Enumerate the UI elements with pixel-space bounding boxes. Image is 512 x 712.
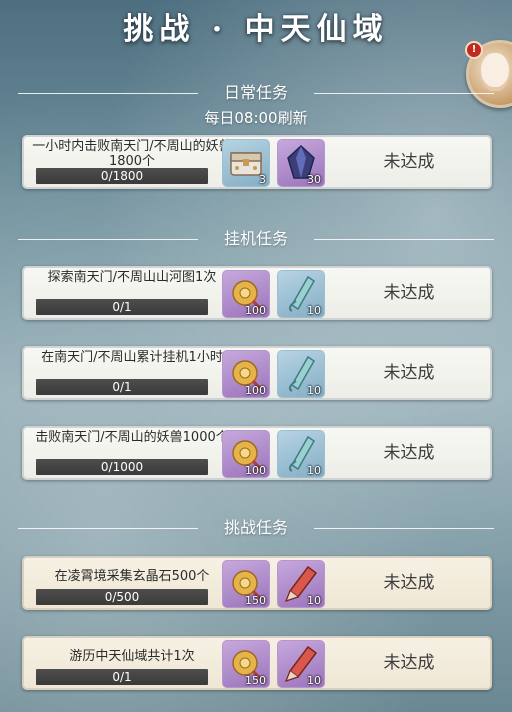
task-status: 未达成 <box>383 363 435 383</box>
progress-bar: 0/1 <box>36 299 208 315</box>
progress-bar: 0/1800 <box>36 168 208 184</box>
reward-slot[interactable]: 150 <box>222 640 270 688</box>
reward-quantity: 100 <box>245 304 266 317</box>
reward-slot[interactable]: 100 <box>222 430 270 478</box>
progress-text: 0/1000 <box>100 460 144 474</box>
reward-slot[interactable]: 10 <box>277 350 325 398</box>
reward-slot[interactable]: 10 <box>277 640 325 688</box>
section-header-idle: 挂机任务 <box>0 228 512 250</box>
divider <box>314 239 494 240</box>
task-description: 击败南天门/不周山的妖兽1000个 <box>35 430 229 445</box>
progress-text: 0/1 <box>112 380 132 394</box>
task-status: 未达成 <box>383 443 435 463</box>
task-description: 在南天门/不周山累计挂机1小时 <box>41 350 223 365</box>
reward-quantity: 10 <box>307 674 321 687</box>
progress-bar: 0/1000 <box>36 459 208 475</box>
task-card: 一小时内击败南天门/不周山的妖兽1800个 0/1800 3 30 未达成 <box>22 135 492 189</box>
reward-quantity: 150 <box>245 594 266 607</box>
reward-quantity: 10 <box>307 594 321 607</box>
progress-bar: 0/1 <box>36 669 208 685</box>
progress-text: 0/1800 <box>100 169 144 183</box>
task-description: 在凌霄境采集玄晶石500个 <box>54 569 210 584</box>
reward-quantity: 10 <box>307 384 321 397</box>
reward-slot[interactable]: 100 <box>222 270 270 318</box>
progress-text: 0/1 <box>112 670 132 684</box>
reward-quantity: 150 <box>245 674 266 687</box>
reward-quantity: 100 <box>245 464 266 477</box>
task-card: 击败南天门/不周山的妖兽1000个 0/1000 100 10 未达成 <box>22 426 492 480</box>
reward-slot[interactable]: 10 <box>277 560 325 608</box>
task-status: 未达成 <box>383 283 435 303</box>
divider <box>314 528 494 529</box>
task-card: 游历中天仙域共计1次 0/1 150 10 未达成 <box>22 636 492 690</box>
reward-quantity: 100 <box>245 384 266 397</box>
reward-quantity: 10 <box>307 464 321 477</box>
reward-slot[interactable]: 3 <box>222 139 270 187</box>
section-header-daily: 日常任务 <box>0 82 512 104</box>
alert-badge: ! <box>465 41 483 59</box>
reward-slot[interactable]: 100 <box>222 350 270 398</box>
reward-slot[interactable]: 10 <box>277 270 325 318</box>
section-header-challenge: 挑战任务 <box>0 517 512 539</box>
task-description: 探索南天门/不周山山河图1次 <box>47 270 217 285</box>
task-description: 一小时内击败南天门/不周山的妖兽1800个 <box>32 139 232 169</box>
task-status: 未达成 <box>383 152 435 172</box>
task-card: 在凌霄境采集玄晶石500个 0/500 150 10 未达成 <box>22 556 492 610</box>
progress-text: 0/500 <box>104 590 140 604</box>
task-card: 探索南天门/不周山山河图1次 0/1 100 10 未达成 <box>22 266 492 320</box>
reward-quantity: 3 <box>259 173 266 186</box>
reward-slot[interactable]: 30 <box>277 139 325 187</box>
refresh-time-label: 每日08:00刷新 <box>204 109 308 127</box>
reward-quantity: 10 <box>307 304 321 317</box>
reward-slot[interactable]: 10 <box>277 430 325 478</box>
page-title: 挑战 · 中天仙域 <box>123 12 389 47</box>
progress-text: 0/1 <box>112 300 132 314</box>
reward-quantity: 30 <box>307 173 321 186</box>
reward-slot[interactable]: 150 <box>222 560 270 608</box>
task-card: 在南天门/不周山累计挂机1小时 0/1 100 10 未达成 <box>22 346 492 400</box>
progress-bar: 0/1 <box>36 379 208 395</box>
task-status: 未达成 <box>383 653 435 673</box>
task-status: 未达成 <box>383 573 435 593</box>
task-description: 游历中天仙域共计1次 <box>69 649 195 664</box>
progress-bar: 0/500 <box>36 589 208 605</box>
divider <box>314 93 494 94</box>
